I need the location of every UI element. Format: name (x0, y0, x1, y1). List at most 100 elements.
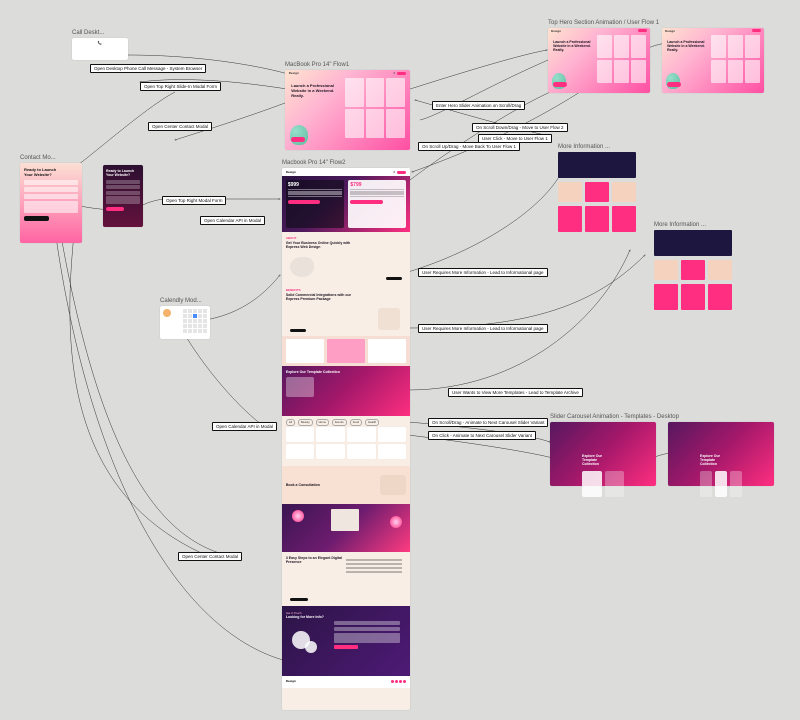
footer-brand: Design (286, 679, 296, 683)
contact-field-message[interactable] (24, 201, 78, 213)
contact-submit-button[interactable] (334, 645, 358, 649)
frame-more-info-b[interactable] (654, 230, 732, 312)
filter-pill[interactable]: Beauty (298, 419, 313, 426)
frame-carousel-b[interactable]: Explore Our Template Collection (668, 422, 774, 486)
template-card[interactable] (286, 427, 315, 442)
hamburger-icon[interactable]: ≡ (393, 71, 395, 75)
hero-card-grid (711, 35, 760, 84)
template-card[interactable] (378, 427, 407, 442)
call-desktop-text: 📞 (72, 38, 128, 48)
contact-field-message[interactable] (334, 633, 400, 643)
template-card[interactable] (347, 444, 376, 459)
frame-carousel-a[interactable]: Explore Our Template Collection (550, 422, 656, 486)
carousel-cards[interactable] (582, 471, 624, 497)
hero-cta-button[interactable] (291, 137, 305, 142)
filter-pill[interactable]: Events (332, 419, 347, 426)
figma-canvas[interactable]: { "frames": { "call_desktop": { "title":… (0, 0, 800, 720)
carousel-cards[interactable] (700, 471, 742, 497)
topbar: Design ≡ (285, 70, 410, 76)
frame-call-desktop[interactable]: 📞 (72, 38, 128, 60)
cta-button[interactable] (397, 72, 406, 75)
flow-label[interactable]: On Scroll Down/Drag - Move to User Flow … (472, 123, 568, 132)
contact-submit-button[interactable] (24, 216, 49, 221)
select-plan-button[interactable] (350, 200, 382, 204)
hamburger-icon[interactable]: ≡ (393, 170, 395, 174)
more-button[interactable] (290, 329, 306, 332)
slide-field[interactable] (106, 180, 140, 184)
frame-hero-anim-b[interactable]: Design Launch a Professional Website in … (662, 28, 764, 93)
flow-label[interactable]: On Scroll Up/Drag - Move Back To User Fl… (418, 142, 520, 151)
contact-field[interactable] (334, 621, 400, 625)
frame-right-slide-modal[interactable]: Ready to Launch Your Website? (103, 165, 143, 227)
filter-pill[interactable]: Food (350, 419, 362, 426)
cta-button[interactable] (638, 29, 647, 32)
hero-illustration (290, 125, 308, 145)
frame-title-carousel: Slider Carousel Animation - Templates - … (550, 414, 679, 420)
template-card[interactable] (286, 444, 315, 459)
section-templates-hero: Explore Our Template Collection (282, 366, 410, 416)
frame-title-more-info-b: More Information ... (654, 222, 706, 228)
right-slide-heading: Ready to Launch Your Website? (103, 165, 143, 178)
flow-label[interactable]: User Requires More Information - Lead to… (418, 268, 548, 277)
social-icons[interactable] (391, 680, 406, 683)
flow-label[interactable]: Open Calendar API in Modal (200, 216, 265, 225)
section-heading: Solid Commercial Integrations with our E… (286, 293, 358, 301)
flow-label[interactable]: On Click - Animate to Next Carousel Slid… (428, 431, 536, 440)
flow-label[interactable]: Open Center Contact Modal (178, 552, 242, 561)
frame-flow1[interactable]: Design ≡ Launch a Professional Website i… (285, 70, 410, 150)
cta-button[interactable] (397, 171, 406, 174)
flow-label[interactable]: User Wants to View More Templates - Lead… (448, 388, 583, 397)
contact-field[interactable] (24, 194, 78, 199)
slide-field[interactable] (106, 191, 140, 195)
contact-field[interactable] (24, 180, 78, 185)
flow-label[interactable]: Open Top Right Modal Form (162, 196, 226, 205)
frame-calendly-modal[interactable] (160, 306, 210, 339)
flow-label[interactable]: Open Center Contact Modal (148, 122, 212, 131)
cta-button[interactable] (752, 29, 761, 32)
section-benefits: Benefits Solid Commercial Integrations w… (282, 284, 410, 336)
frame-title-calendly: Calendly Mod... (160, 298, 202, 304)
contact-field[interactable] (24, 187, 78, 192)
hero-heading: Launch a Professional Website in a Weeke… (667, 40, 710, 53)
template-card[interactable] (378, 444, 407, 459)
cta-button[interactable] (290, 598, 308, 601)
template-preview-card[interactable] (286, 377, 314, 397)
carousel-heading: Explore Our Template Collection (700, 454, 723, 467)
flow-label[interactable]: On Scroll/Drag - Animate to Next Carouse… (428, 418, 548, 427)
flow-label[interactable]: Enter Hero Slider Animation on Scroll/Dr… (432, 101, 525, 110)
select-plan-button[interactable] (288, 200, 320, 204)
flow-label[interactable]: User Click - Move to User Flow 1 (478, 134, 552, 143)
frame-flow2[interactable]: Design ≡ $999 $799 About Get Your Busine… (282, 168, 410, 710)
filter-pill[interactable]: All (286, 419, 295, 426)
template-card[interactable] (347, 427, 376, 442)
section-pricing: $999 $799 (282, 176, 410, 232)
frame-title-flow1: MacBook Pro 14" Flow1 (285, 62, 349, 68)
slide-field[interactable] (106, 185, 140, 189)
hero-cta-button[interactable] (553, 82, 567, 87)
template-card[interactable] (316, 444, 345, 459)
frame-hero-anim-a[interactable]: Design Launch a Professional Website in … (548, 28, 650, 93)
price-card-b[interactable]: $799 (348, 180, 406, 228)
section-heading: Get Your Business Online Quickly with Ex… (286, 241, 358, 249)
flow-label[interactable]: Open Desktop Phone Call Message - System… (90, 64, 206, 73)
frame-contact-modal[interactable]: Ready to Launch Your Website? (20, 163, 82, 243)
contact-field[interactable] (334, 627, 400, 631)
price-card-a[interactable]: $999 (286, 180, 344, 228)
calendar-grid[interactable] (183, 309, 207, 333)
flow-label[interactable]: Open Calendar API in Modal (212, 422, 277, 431)
flow-label[interactable]: Open Top Right Slide-In Modal Form (140, 82, 221, 91)
section-about: About Get Your Business Online Quickly w… (282, 232, 410, 284)
frame-more-info-a[interactable] (558, 152, 636, 234)
filter-pill[interactable]: Health (365, 419, 379, 426)
frame-title-call-desktop: Call Deskt... (72, 30, 104, 36)
slide-submit-button[interactable] (106, 207, 124, 211)
more-button[interactable] (386, 277, 402, 280)
hero-cta-button[interactable] (667, 82, 681, 87)
template-card[interactable] (316, 427, 345, 442)
slide-field[interactable] (106, 196, 140, 204)
chat-bubble-illustration (305, 641, 317, 653)
price-a: $999 (288, 182, 342, 188)
brand-logo: Design (551, 29, 561, 33)
filter-pill[interactable]: Home (316, 419, 329, 426)
flow-label[interactable]: User Requires More Information - Lead to… (418, 324, 548, 333)
